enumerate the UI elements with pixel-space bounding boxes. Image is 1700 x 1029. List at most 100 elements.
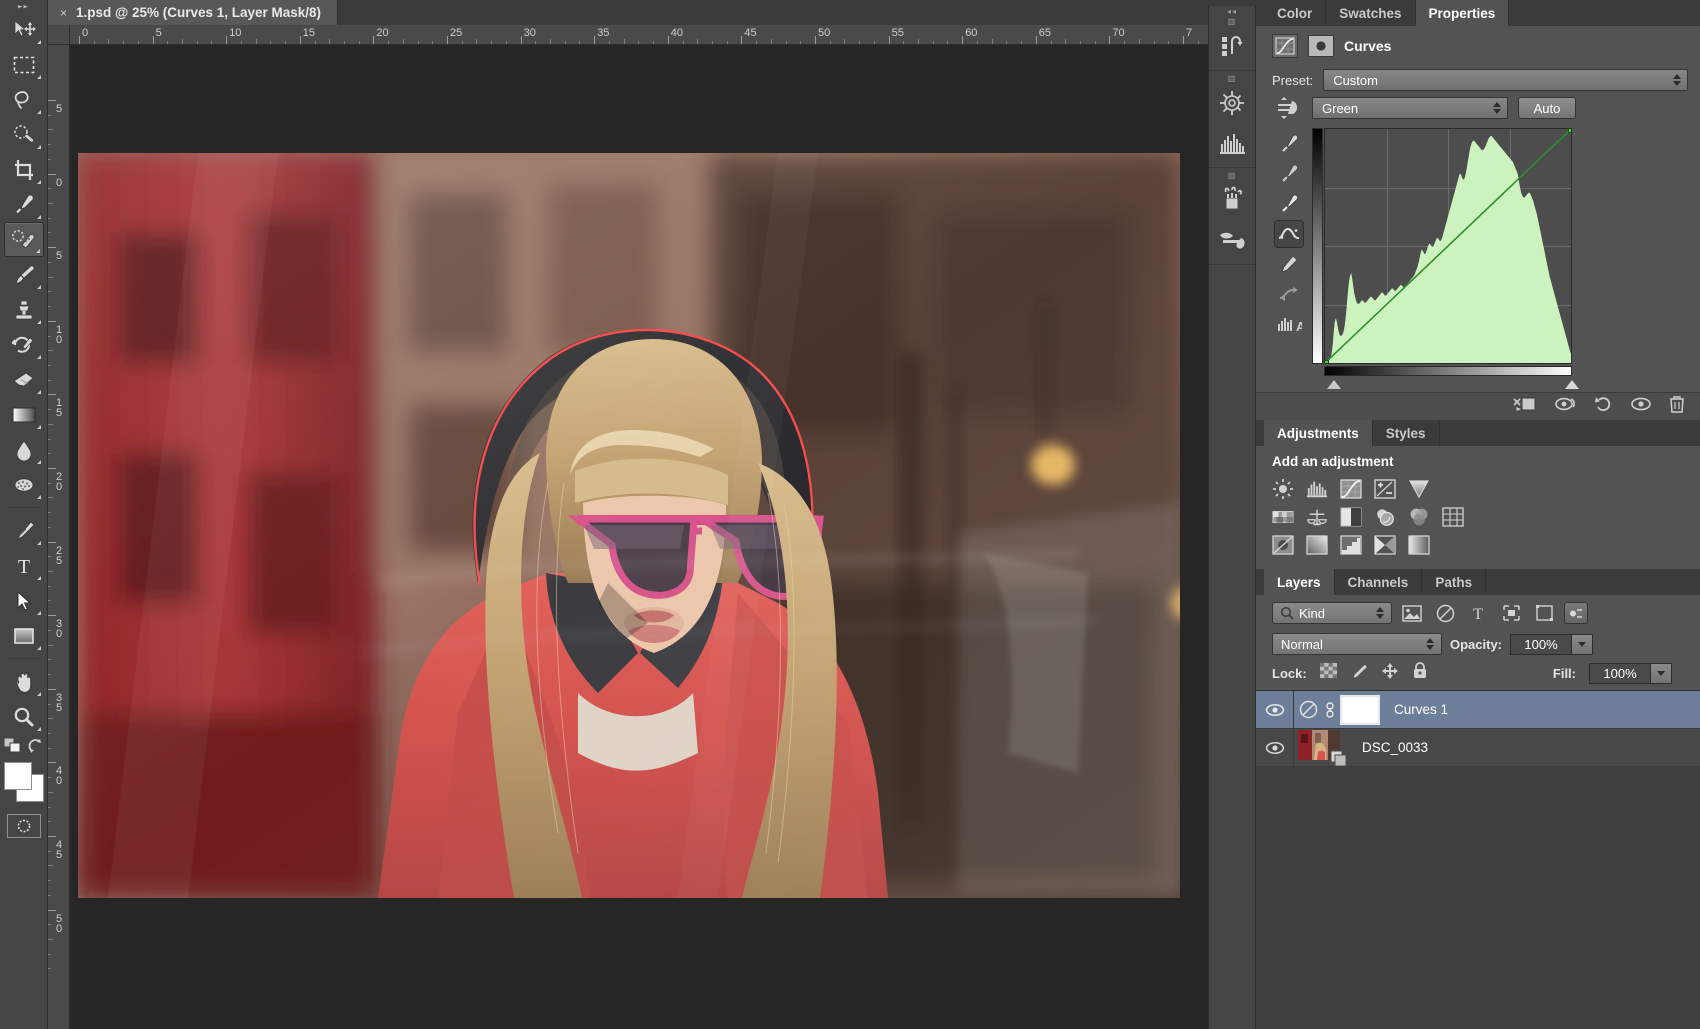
eyedropper-tool[interactable] <box>4 187 44 222</box>
white-point-eyedropper-icon[interactable] <box>1274 190 1304 218</box>
lock-image-pixels-icon[interactable] <box>1350 663 1368 684</box>
black-white-icon[interactable] <box>1340 506 1362 528</box>
move-tool[interactable] <box>4 12 44 47</box>
table-row[interactable]: Curves 1 <box>1256 690 1700 729</box>
zoom-tool[interactable] <box>4 699 44 734</box>
tab-channels[interactable]: Channels <box>1334 569 1423 595</box>
smooth-curve-icon[interactable] <box>1274 280 1304 308</box>
toolbar-collapse-handle[interactable]: ▸▸ <box>0 0 47 12</box>
adjustment-layer-thumbnail[interactable] <box>1294 700 1322 719</box>
posterize-icon[interactable] <box>1306 534 1328 556</box>
gradient-map-icon[interactable] <box>1408 534 1430 556</box>
auto-button[interactable]: Auto <box>1518 97 1576 119</box>
rectangle-tool[interactable] <box>4 618 44 653</box>
link-mask-icon[interactable] <box>1322 701 1338 719</box>
filter-smart-objects-icon[interactable] <box>1531 602 1557 624</box>
tab-color[interactable]: Color <box>1264 0 1327 26</box>
curves-grid[interactable] <box>1324 128 1572 364</box>
color-swatches[interactable] <box>2 760 46 806</box>
filter-adjustment-layers-icon[interactable] <box>1432 602 1458 624</box>
quick-selection-tool[interactable] <box>4 117 44 152</box>
invert-icon[interactable] <box>1272 534 1294 556</box>
color-lookup-icon[interactable] <box>1442 506 1464 528</box>
brightness-contrast-icon[interactable] <box>1272 478 1294 500</box>
navigator-panel-icon[interactable] <box>1212 83 1252 123</box>
tab-properties[interactable]: Properties <box>1415 0 1510 26</box>
delete-adjustment-icon[interactable] <box>1668 395 1686 418</box>
document-tab[interactable]: × 1.psd @ 25% (Curves 1, Layer Mask/8) <box>48 0 339 25</box>
dodge-tool[interactable] <box>4 467 44 502</box>
curves-icon[interactable] <box>1340 478 1362 500</box>
table-row[interactable]: DSC_0033 <box>1256 728 1700 767</box>
filter-kind-select[interactable]: Kind <box>1272 602 1392 624</box>
blend-mode-select[interactable]: Normal <box>1272 633 1442 655</box>
vertical-ruler[interactable]: 505101520253035404550 <box>48 45 70 1029</box>
black-white-point-sliders[interactable] <box>1283 380 1684 392</box>
history-panel-icon[interactable] <box>1212 26 1252 66</box>
close-icon[interactable]: × <box>60 6 67 20</box>
dock-group-grip[interactable]: ▥ <box>1209 73 1255 83</box>
clone-stamp-tool[interactable] <box>4 292 44 327</box>
crop-tool[interactable] <box>4 152 44 187</box>
color-balance-icon[interactable] <box>1306 506 1328 528</box>
filter-toggle-icon[interactable] <box>1564 602 1588 624</box>
brush-panel-icon[interactable] <box>1212 220 1252 260</box>
filter-type-layers-icon[interactable]: T <box>1465 602 1491 624</box>
dock-group-grip[interactable]: ▥ <box>1209 170 1255 180</box>
vibrance-icon[interactable] <box>1408 478 1430 500</box>
pen-tool[interactable] <box>4 513 44 548</box>
layer-mask-thumbnail-icon[interactable] <box>1308 35 1334 57</box>
horizontal-ruler[interactable]: 0 5 10 15 20 25 30 35 40 45 50 55 60 65 70 7 <box>70 25 1208 45</box>
gradient-tool[interactable] <box>4 397 44 432</box>
swap-colors-icon[interactable] <box>28 738 44 754</box>
horizontal-type-tool[interactable]: T <box>4 548 44 583</box>
dock-collapse-handle[interactable]: ◂◂ <box>1209 6 1255 16</box>
tab-layers[interactable]: Layers <box>1264 569 1335 595</box>
channel-preset-icon[interactable] <box>1272 97 1302 119</box>
levels-icon[interactable] <box>1306 478 1328 500</box>
clip-to-layer-icon[interactable] <box>1512 395 1538 418</box>
brush-tool[interactable] <box>4 257 44 292</box>
canvas-area[interactable] <box>70 45 1208 1029</box>
tab-paths[interactable]: Paths <box>1422 569 1487 595</box>
layer-visibility-toggle[interactable] <box>1256 728 1294 767</box>
channel-select[interactable]: Green <box>1312 97 1508 119</box>
layer-name[interactable]: DSC_0033 <box>1362 740 1428 755</box>
lock-position-icon[interactable] <box>1381 662 1399 684</box>
curve-black-point[interactable] <box>1325 359 1329 363</box>
gray-point-eyedropper-icon[interactable] <box>1274 160 1304 188</box>
default-colors-icon[interactable] <box>3 738 22 754</box>
tab-adjustments[interactable]: Adjustments <box>1264 420 1373 446</box>
lasso-tool[interactable] <box>4 82 44 117</box>
quick-mask-toggle[interactable] <box>6 814 41 838</box>
edit-points-curve-icon[interactable] <box>1274 220 1304 248</box>
curves-adjustment-icon[interactable] <box>1272 34 1298 58</box>
fill-dropdown-icon[interactable] <box>1650 662 1672 684</box>
opacity-dropdown-icon[interactable] <box>1571 633 1594 655</box>
preview-eye-icon[interactable] <box>1630 395 1652 418</box>
hand-tool[interactable] <box>4 664 44 699</box>
opacity-input[interactable]: 100% <box>1510 633 1573 655</box>
reset-adjustment-icon[interactable] <box>1594 395 1614 418</box>
black-point-slider-thumb[interactable] <box>1327 380 1341 389</box>
ruler-origin-box[interactable] <box>48 25 70 45</box>
black-point-eyedropper-icon[interactable] <box>1274 130 1304 158</box>
histogram-panel-icon[interactable] <box>1212 123 1252 163</box>
path-selection-tool[interactable] <box>4 583 44 618</box>
layer-thumbnail[interactable] <box>1298 730 1347 767</box>
tab-styles[interactable]: Styles <box>1372 420 1440 446</box>
preset-select[interactable]: Custom <box>1323 69 1688 91</box>
show-clipping-icon[interactable]: A <box>1274 310 1304 338</box>
spot-healing-brush-tool[interactable] <box>3 222 44 257</box>
selective-color-icon[interactable] <box>1374 534 1396 556</box>
curve-white-point[interactable] <box>1567 129 1571 133</box>
filter-pixel-layers-icon[interactable] <box>1399 602 1425 624</box>
threshold-icon[interactable] <box>1340 534 1362 556</box>
dock-group-grip[interactable]: ▥ <box>1209 16 1255 26</box>
lock-transparent-pixels-icon[interactable] <box>1319 663 1337 683</box>
fill-input[interactable]: 100% <box>1589 662 1651 684</box>
channel-mixer-icon[interactable] <box>1408 506 1430 528</box>
layer-mask-thumbnail[interactable] <box>1340 694 1380 725</box>
rectangular-marquee-tool[interactable] <box>4 47 44 82</box>
white-point-slider-thumb[interactable] <box>1565 380 1579 389</box>
